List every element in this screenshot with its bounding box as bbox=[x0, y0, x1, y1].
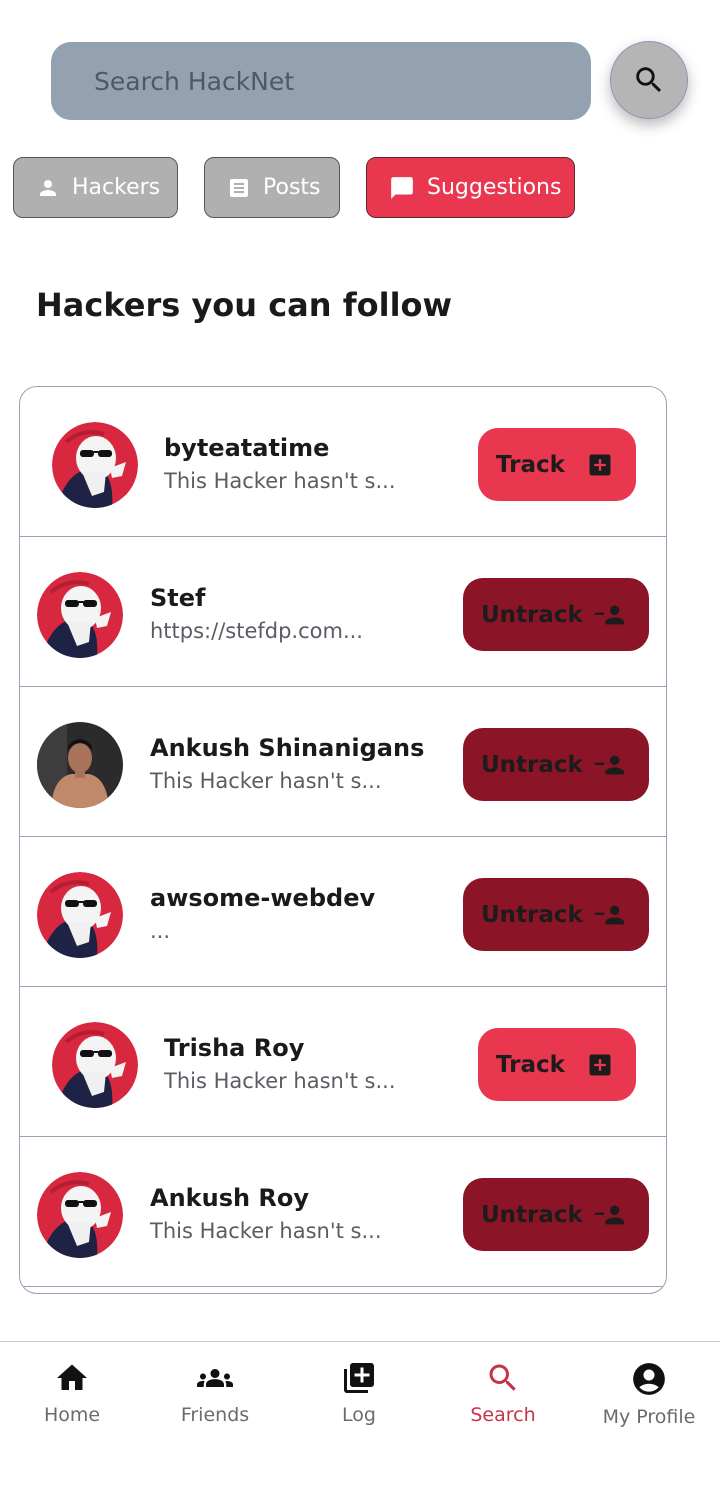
person-remove-icon bbox=[594, 1205, 624, 1225]
hacker-bio: This Hacker hasn't s... bbox=[150, 769, 382, 793]
filter-hackers-chip[interactable]: Hackers bbox=[13, 157, 178, 218]
untrack-button-label: Untrack bbox=[481, 901, 583, 928]
list-item[interactable]: Trisha Roy This Hacker hasn't s... Track bbox=[20, 987, 666, 1137]
search-icon bbox=[489, 1364, 516, 1391]
list-item[interactable]: byteatatime This Hacker hasn't s... Trac… bbox=[20, 387, 666, 537]
person-remove-icon bbox=[594, 755, 624, 775]
section-title: Hackers you can follow bbox=[36, 286, 453, 324]
hacker-name[interactable]: Stef bbox=[150, 584, 205, 612]
hacker-bio: https://stefdp.com... bbox=[150, 619, 363, 643]
hacker-bio: This Hacker hasn't s... bbox=[164, 469, 396, 493]
nav-home[interactable]: Home bbox=[12, 1360, 132, 1426]
nav-home-label: Home bbox=[43, 1404, 101, 1426]
untrack-button[interactable]: Untrack bbox=[463, 728, 649, 801]
hacker-name[interactable]: byteatatime bbox=[164, 434, 329, 462]
filter-suggestions-chip[interactable]: Suggestions bbox=[366, 157, 575, 218]
untrack-button-label: Untrack bbox=[481, 601, 583, 628]
bottom-nav: Home Friends Log Search My Profile bbox=[0, 1341, 720, 1501]
article-icon bbox=[230, 178, 248, 197]
avatar[interactable] bbox=[37, 872, 123, 958]
avatar[interactable] bbox=[37, 572, 123, 658]
hacker-bio: This Hacker hasn't s... bbox=[164, 1069, 396, 1093]
hacker-bio: This Hacker hasn't s... bbox=[150, 1219, 382, 1243]
untrack-button[interactable]: Untrack bbox=[463, 878, 649, 951]
person-remove-icon bbox=[594, 905, 624, 925]
list-item[interactable]: Ankush Shinanigans This Hacker hasn't s.… bbox=[20, 687, 666, 837]
untrack-button-label: Untrack bbox=[481, 1201, 583, 1228]
hacker-name[interactable]: awsome-webdev bbox=[150, 884, 375, 912]
nav-friends-label: Friends bbox=[180, 1404, 250, 1426]
filter-posts-label: Posts bbox=[263, 175, 321, 200]
chat-bubble-icon bbox=[391, 176, 413, 199]
hacker-name[interactable]: Ankush Shinanigans bbox=[150, 734, 424, 762]
nav-search[interactable]: Search bbox=[443, 1360, 563, 1426]
track-button-label: Track bbox=[496, 1051, 565, 1078]
add-post-icon bbox=[344, 1363, 374, 1393]
suggestions-list: byteatatime This Hacker hasn't s... Trac… bbox=[19, 386, 667, 1294]
hacker-bio: ... bbox=[150, 919, 171, 943]
nav-log-label: Log bbox=[342, 1404, 376, 1426]
add-box-icon bbox=[589, 454, 611, 476]
avatar[interactable] bbox=[52, 422, 138, 508]
track-button[interactable]: Track bbox=[478, 1028, 636, 1101]
filter-hackers-label: Hackers bbox=[72, 175, 161, 200]
hacker-name[interactable]: Trisha Roy bbox=[164, 1034, 304, 1062]
list-item[interactable]: awsome-webdev ... Untrack bbox=[20, 837, 666, 987]
track-button[interactable]: Track bbox=[478, 428, 636, 501]
hacker-name[interactable]: Ankush Roy bbox=[150, 1184, 309, 1212]
search-icon bbox=[636, 67, 662, 93]
avatar[interactable] bbox=[37, 1172, 123, 1258]
nav-friends[interactable]: Friends bbox=[155, 1360, 275, 1426]
nav-search-label: Search bbox=[470, 1404, 536, 1426]
filter-posts-chip[interactable]: Posts bbox=[204, 157, 340, 218]
list-item[interactable]: Stef https://stefdp.com... Untrack bbox=[20, 537, 666, 687]
person-remove-icon bbox=[594, 605, 624, 625]
add-box-icon bbox=[589, 1054, 611, 1076]
untrack-button[interactable]: Untrack bbox=[463, 1178, 649, 1251]
filter-suggestions-label: Suggestions bbox=[427, 175, 562, 200]
search-bar[interactable] bbox=[51, 42, 591, 120]
untrack-button[interactable]: Untrack bbox=[463, 578, 649, 651]
avatar[interactable] bbox=[37, 722, 123, 808]
search-input[interactable] bbox=[92, 65, 556, 97]
nav-my-profile[interactable]: My Profile bbox=[589, 1360, 709, 1428]
track-button-label: Track bbox=[496, 451, 565, 478]
person-icon bbox=[40, 179, 56, 196]
home-icon bbox=[57, 1364, 87, 1390]
list-item[interactable]: Ankush Roy This Hacker hasn't s... Untra… bbox=[20, 1137, 666, 1287]
avatar[interactable] bbox=[52, 1022, 138, 1108]
group-icon bbox=[197, 1369, 233, 1387]
search-button[interactable] bbox=[610, 41, 688, 119]
nav-log[interactable]: Log bbox=[299, 1360, 419, 1426]
nav-my-profile-label: My Profile bbox=[602, 1406, 696, 1428]
account-circle-icon bbox=[633, 1363, 665, 1395]
untrack-button-label: Untrack bbox=[481, 751, 583, 778]
